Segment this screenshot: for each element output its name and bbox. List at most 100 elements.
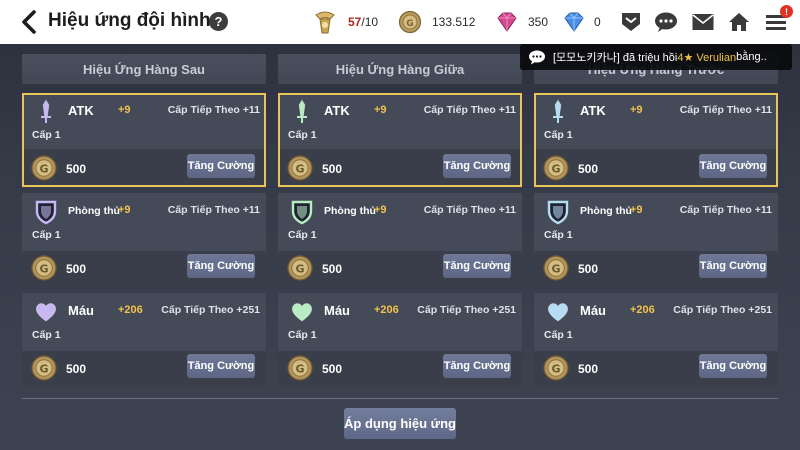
upgrade-button[interactable]: Tăng Cường [443,254,511,278]
upgrade-button[interactable]: Tăng Cường [187,254,255,278]
next-level-bonus: Cấp Tiếp Theo +251 [673,304,772,316]
notification-suffix: bằng.. [736,51,767,63]
stamina-display[interactable]: 57/10 [310,0,378,44]
shield-icon [33,199,59,225]
svg-text:G: G [295,363,304,376]
home-button[interactable] [726,9,752,35]
upgrade-button[interactable]: Tăng Cường [699,354,767,378]
mail-button[interactable] [690,9,716,35]
stamina-current: 57 [348,15,362,29]
column-header-back-row: Hiệu Ứng Hàng Sau [22,54,266,84]
apply-effect-button[interactable]: Áp dụng hiệu ứng [344,408,456,439]
svg-text:G: G [551,263,560,276]
effect-card[interactable]: Phòng thủ +9 Cấp Tiếp Theo +11 Cấp 1 G 500 Tăn… [278,193,522,287]
svg-text:G: G [39,363,48,376]
upgrade-cost: 500 [66,262,87,276]
shield-icon [545,199,571,225]
summon-notification[interactable]: [모모노키카나] đã triệu hồi 4★ Verulian bằng.. [520,44,792,70]
gold-coin-icon: G [287,255,313,281]
current-level: Cấp 1 [288,329,317,341]
gold-coin-icon: G [31,255,57,281]
next-level-bonus: Cấp Tiếp Theo +11 [167,104,260,116]
current-level: Cấp 1 [544,229,573,241]
upgrade-cost: 500 [578,362,599,376]
stat-name: ATK [68,103,94,118]
stat-name: Máu [580,303,606,318]
chat-button[interactable] [653,9,679,35]
stat-name: Phòng thủ [324,205,376,217]
gold-coin-icon: G [543,255,569,281]
stamina-max: /10 [361,15,379,29]
gold-coin-icon: G [31,155,57,181]
heart-icon [33,299,59,325]
sword-icon [545,99,571,125]
guild-emblem-icon [622,13,640,31]
svg-text:G: G [39,163,48,176]
gold-coin-icon: G [31,355,57,381]
heart-icon [289,299,315,325]
gold-coin-icon: G [398,10,422,34]
shield-icon [289,199,315,225]
divider [22,398,778,399]
svg-text:G: G [295,263,304,276]
svg-text:G: G [406,19,413,29]
next-level-bonus: Cấp Tiếp Theo +11 [423,204,516,216]
pink-gem-amount: 350 [528,15,549,29]
heart-icon [545,299,571,325]
effect-card[interactable]: Phòng thủ +9 Cấp Tiếp Theo +11 Cấp 1 G 500 Tăn… [22,193,266,287]
svg-text:G: G [39,263,48,276]
stat-bonus: +9 [118,204,131,216]
svg-text:G: G [551,363,560,376]
menu-button[interactable]: ! [763,5,793,35]
sword-icon [289,99,315,125]
top-bar: Hiệu ứng đội hình ? 57/10 G 133.512 350 [0,0,800,44]
stat-name: ATK [324,103,350,118]
help-button[interactable]: ? [209,12,228,31]
chevron-left-icon [22,10,36,34]
home-icon [729,13,749,31]
notification-prefix: [모모노키카나] đã triệu hồi [553,52,678,64]
chat-bubble-icon [528,49,546,65]
blue-gem-display[interactable]: 0 [562,0,601,44]
upgrade-button[interactable]: Tăng Cường [187,154,255,178]
pink-gem-display[interactable]: 350 [494,0,548,44]
effect-card[interactable]: ATK +9 Cấp Tiếp Theo +11 Cấp 1 G 500 Tăng Cườn… [22,93,266,187]
stat-name: ATK [580,103,606,118]
stamina-icon [315,11,335,34]
stat-bonus: +9 [630,104,643,116]
current-level: Cấp 1 [32,329,61,341]
svg-text:G: G [295,163,304,176]
current-level: Cấp 1 [544,129,573,141]
next-level-bonus: Cấp Tiếp Theo +11 [167,204,260,216]
effect-card[interactable]: Phòng thủ +9 Cấp Tiếp Theo +11 Cấp 1 G 500 Tăn… [534,193,778,287]
column-header-middle-row: Hiệu Ứng Hàng Giữa [278,54,522,84]
gold-coin-icon: G [287,355,313,381]
stat-name: Phòng thủ [580,205,632,217]
upgrade-button[interactable]: Tăng Cường [699,154,767,178]
blue-gem-icon [564,12,584,32]
upgrade-button[interactable]: Tăng Cường [443,354,511,378]
gold-display[interactable]: G 133.512 [398,0,475,44]
upgrade-button[interactable]: Tăng Cường [187,354,255,378]
stat-bonus: +9 [118,104,131,116]
upgrade-cost: 500 [66,162,87,176]
effect-card[interactable]: Máu +206 Cấp Tiếp Theo +251 Cấp 1 G 500 Tăng C… [278,293,522,387]
effect-card[interactable]: Máu +206 Cấp Tiếp Theo +251 Cấp 1 G 500 Tăng C… [534,293,778,387]
upgrade-cost: 500 [322,362,343,376]
upgrade-button[interactable]: Tăng Cường [443,154,511,178]
upgrade-cost: 500 [322,162,343,176]
back-button[interactable] [16,9,42,35]
gold-coin-icon: G [543,355,569,381]
current-level: Cấp 1 [288,129,317,141]
blue-gem-amount: 0 [594,15,601,29]
effect-card[interactable]: ATK +9 Cấp Tiếp Theo +11 Cấp 1 G 500 Tăng Cườn… [534,93,778,187]
current-level: Cấp 1 [544,329,573,341]
current-level: Cấp 1 [32,129,61,141]
current-level: Cấp 1 [288,229,317,241]
effect-card[interactable]: Máu +206 Cấp Tiếp Theo +251 Cấp 1 G 500 Tăng C… [22,293,266,387]
guild-button[interactable] [618,9,644,35]
effect-card[interactable]: ATK +9 Cấp Tiếp Theo +11 Cấp 1 G 500 Tăng Cườn… [278,93,522,187]
next-level-bonus: Cấp Tiếp Theo +251 [417,304,516,316]
upgrade-button[interactable]: Tăng Cường [699,254,767,278]
page-title: Hiệu ứng đội hình [48,10,211,31]
